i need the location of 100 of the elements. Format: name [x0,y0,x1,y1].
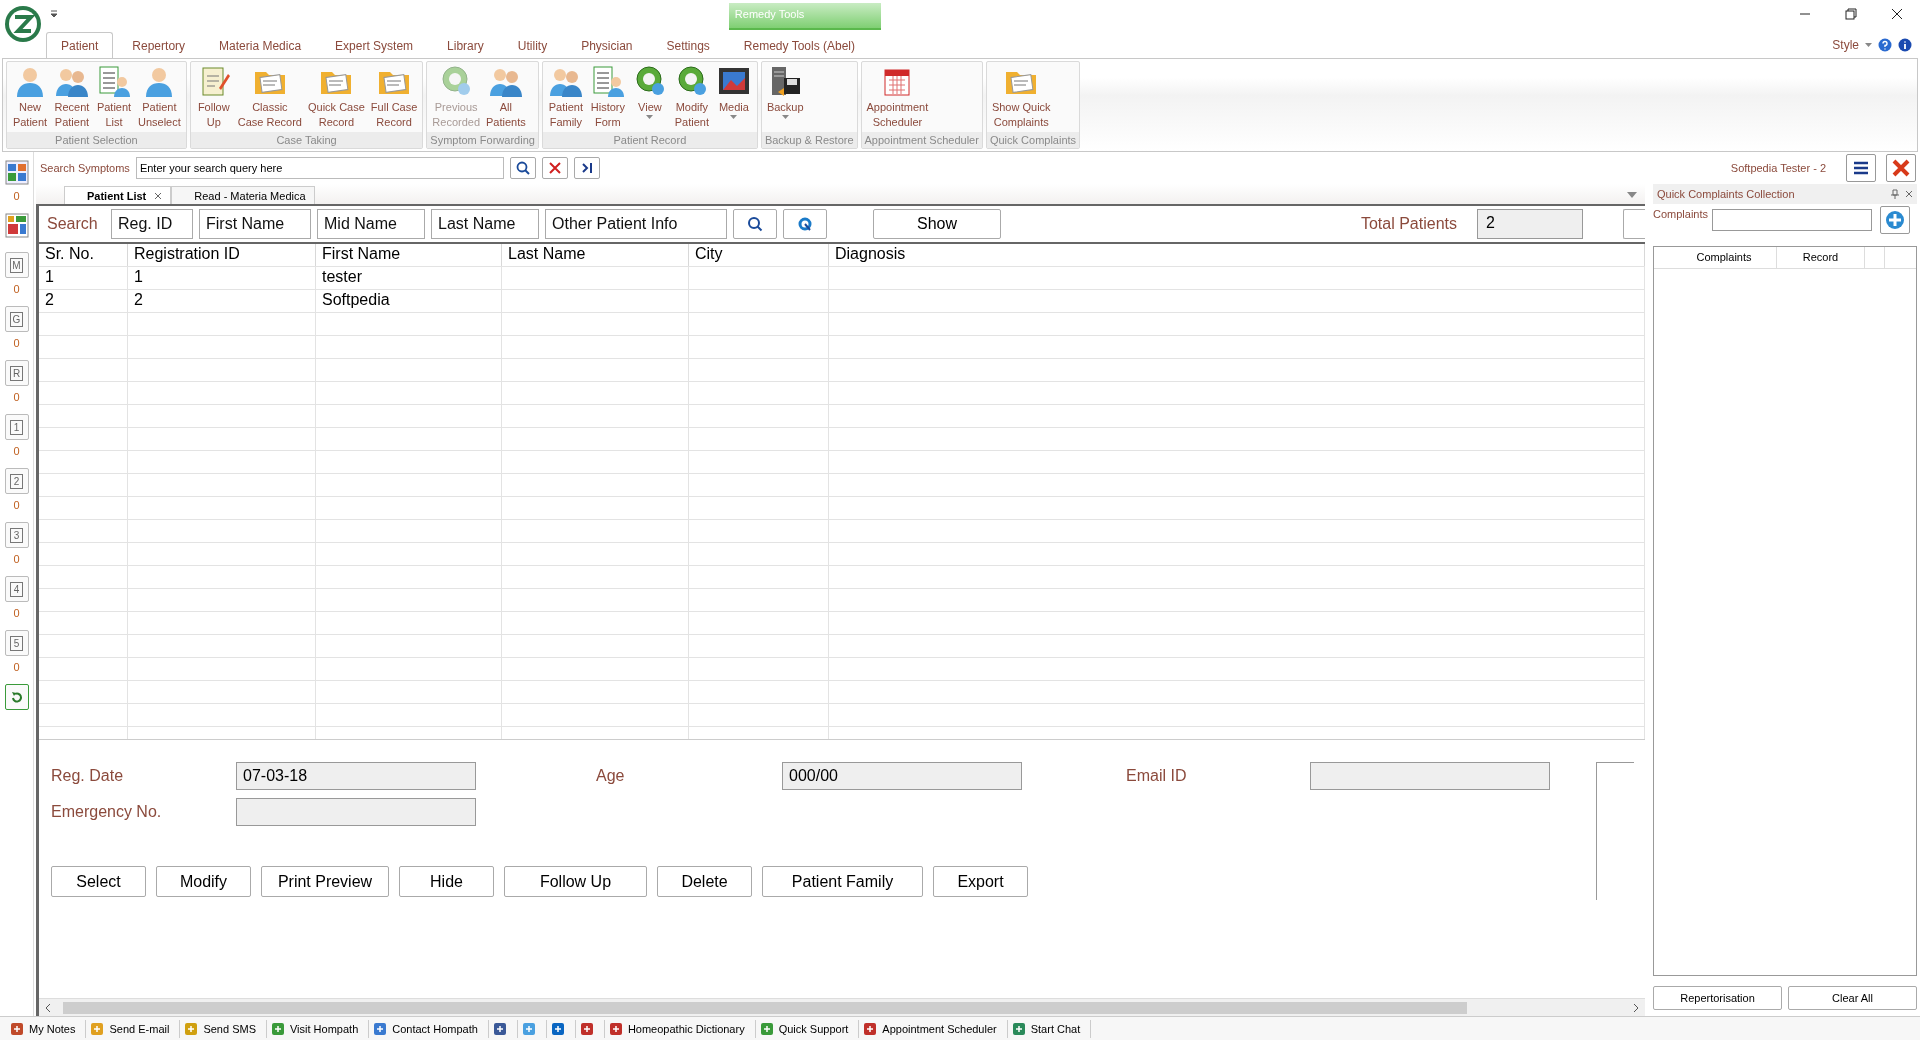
column-header[interactable]: Diagnosis [829,244,1645,266]
taskbar-item[interactable]: Visit Hompath [267,1019,370,1038]
search-field[interactable]: Mid Name [317,209,425,239]
taskbar-item[interactable]: Appointment Scheduler [859,1019,1008,1038]
horizontal-scrollbar[interactable] [39,998,1645,1016]
close-icon[interactable] [1905,190,1913,198]
search-field[interactable]: First Name [199,209,311,239]
group-label: Backup & Restore [761,132,857,148]
clipboard-button[interactable]: 2 [4,468,29,494]
ribbon-button[interactable]: All Patients [483,64,529,130]
taskbar-item[interactable]: Start Chat [1007,1019,1092,1038]
taskbar-item[interactable]: Send SMS [180,1019,267,1038]
document-tab[interactable]: Patient List [64,186,172,204]
clipboard-button[interactable]: R [4,360,29,386]
close-button[interactable] [1886,154,1916,182]
clipboard-button[interactable]: 4 [4,576,29,602]
action-button[interactable]: Modify [156,866,251,897]
ribbon-button[interactable]: History Form [586,64,629,130]
add-button[interactable] [1880,206,1911,234]
ribbon-tab[interactable]: Physician [566,32,648,58]
column-header[interactable]: Sr. No. [39,244,128,266]
ribbon-button[interactable]: Media [712,64,755,119]
complaints-field[interactable] [1712,209,1873,231]
caret-icon[interactable] [1627,192,1637,198]
column-header[interactable]: Record [1777,247,1865,268]
clipboard-button[interactable]: M [4,252,29,278]
ribbon-tab[interactable]: Settings [651,32,725,58]
panel-button[interactable]: Repertorisation [1653,986,1782,1010]
ribbon-button[interactable]: Patient Family [544,64,587,130]
clipboard-button[interactable]: 5 [4,630,29,656]
search-field[interactable]: Last Name [431,209,539,239]
grid-icon[interactable] [4,160,29,185]
refresh-button[interactable] [783,209,827,239]
action-button[interactable]: Hide [399,866,494,897]
ribbon-tab[interactable]: Library [432,32,499,58]
quick-access-caret-icon[interactable] [50,10,58,18]
action-button[interactable]: Export [933,866,1028,897]
next-button[interactable] [573,157,600,179]
ribbon-button[interactable]: Follow Up [192,64,235,130]
pin-icon[interactable] [1891,189,1899,199]
action-button[interactable]: Patient Family [762,866,923,897]
ribbon-button[interactable]: Classic Case Record [234,64,305,130]
ribbon-tab[interactable]: Expert System [320,32,429,58]
refresh-icon [797,216,813,232]
ribbon-button[interactable]: Modify Patient [670,64,713,130]
action-button[interactable]: Follow Up [504,866,647,897]
symptom-search-field[interactable]: Enter your search query here [135,157,504,179]
ribbon-button[interactable]: New Patient [9,64,51,130]
input-field[interactable]: 000/00 [782,762,1022,790]
taskbar-item[interactable]: My Notes [6,1019,87,1038]
taskbar-item[interactable]: Quick Support [755,1019,860,1038]
ribbon-button[interactable]: View [628,64,671,119]
clipboard-button[interactable]: G [4,306,29,332]
scroll-right-icon[interactable] [1631,1002,1641,1013]
refresh-button[interactable] [4,684,29,710]
action-button[interactable]: Print Preview [261,866,389,897]
search-field[interactable]: Other Patient Info [545,209,727,239]
document-tab[interactable]: Read - Materia Medica [171,186,315,204]
column-header[interactable]: Registration ID [128,244,316,266]
info-icon[interactable] [1898,38,1912,52]
taskbar-item[interactable]: Send E-mail [86,1019,181,1038]
help-icon[interactable] [1878,38,1892,52]
column-header[interactable]: First Name [316,244,502,266]
ribbon-button[interactable]: Recent Patient [51,64,93,130]
column-header[interactable]: Complaints [1672,247,1777,268]
app-logo[interactable] [4,5,42,43]
ribbon-tab[interactable]: Materia Medica [204,32,317,58]
ribbon-tab[interactable]: Repertory [117,32,201,58]
panel-button[interactable]: Clear All [1788,986,1917,1010]
clear-button[interactable] [541,157,568,179]
ribbon-button[interactable]: Backup [763,64,807,119]
ribbon-button[interactable]: Patient Unselect [135,64,184,130]
ribbon-button[interactable]: Quick Case Record [305,64,368,130]
ribbon-button[interactable]: Full Case Record [367,64,421,130]
grid-icon[interactable] [4,213,29,238]
column-header[interactable]: City [689,244,829,266]
input-field[interactable] [1310,762,1550,790]
ribbon-button[interactable]: Appointment Scheduler [863,64,932,130]
menu-button[interactable] [1846,154,1876,182]
action-button[interactable]: Select [51,866,146,897]
shortcut-icon [271,1021,285,1036]
input-field[interactable]: 07-03-18 [236,762,476,790]
input-field[interactable] [236,798,476,826]
close-icon[interactable] [154,191,163,200]
search-button[interactable] [509,157,536,179]
search-field[interactable]: Reg. ID [111,209,193,239]
ribbon-button[interactable]: Show Quick Complaints [988,64,1054,130]
ribbon-tab[interactable]: Utility [502,32,563,58]
clipboard-button[interactable]: 1 [4,414,29,440]
column-header[interactable]: Last Name [502,244,689,266]
style-menu[interactable]: Style [1832,38,1872,52]
action-button[interactable]: Delete [657,866,752,897]
search-button[interactable] [733,209,777,239]
clipboard-button[interactable]: 3 [4,522,29,548]
ribbon-button[interactable]: Patient List [93,64,135,130]
ribbon-tab[interactable]: Patient [46,32,114,58]
taskbar-item[interactable]: Homeopathic Dictionary [604,1019,756,1038]
taskbar-item[interactable]: Contact Hompath [369,1019,489,1038]
show-button[interactable]: Show [873,209,1001,239]
scroll-left-icon[interactable] [43,1002,53,1013]
